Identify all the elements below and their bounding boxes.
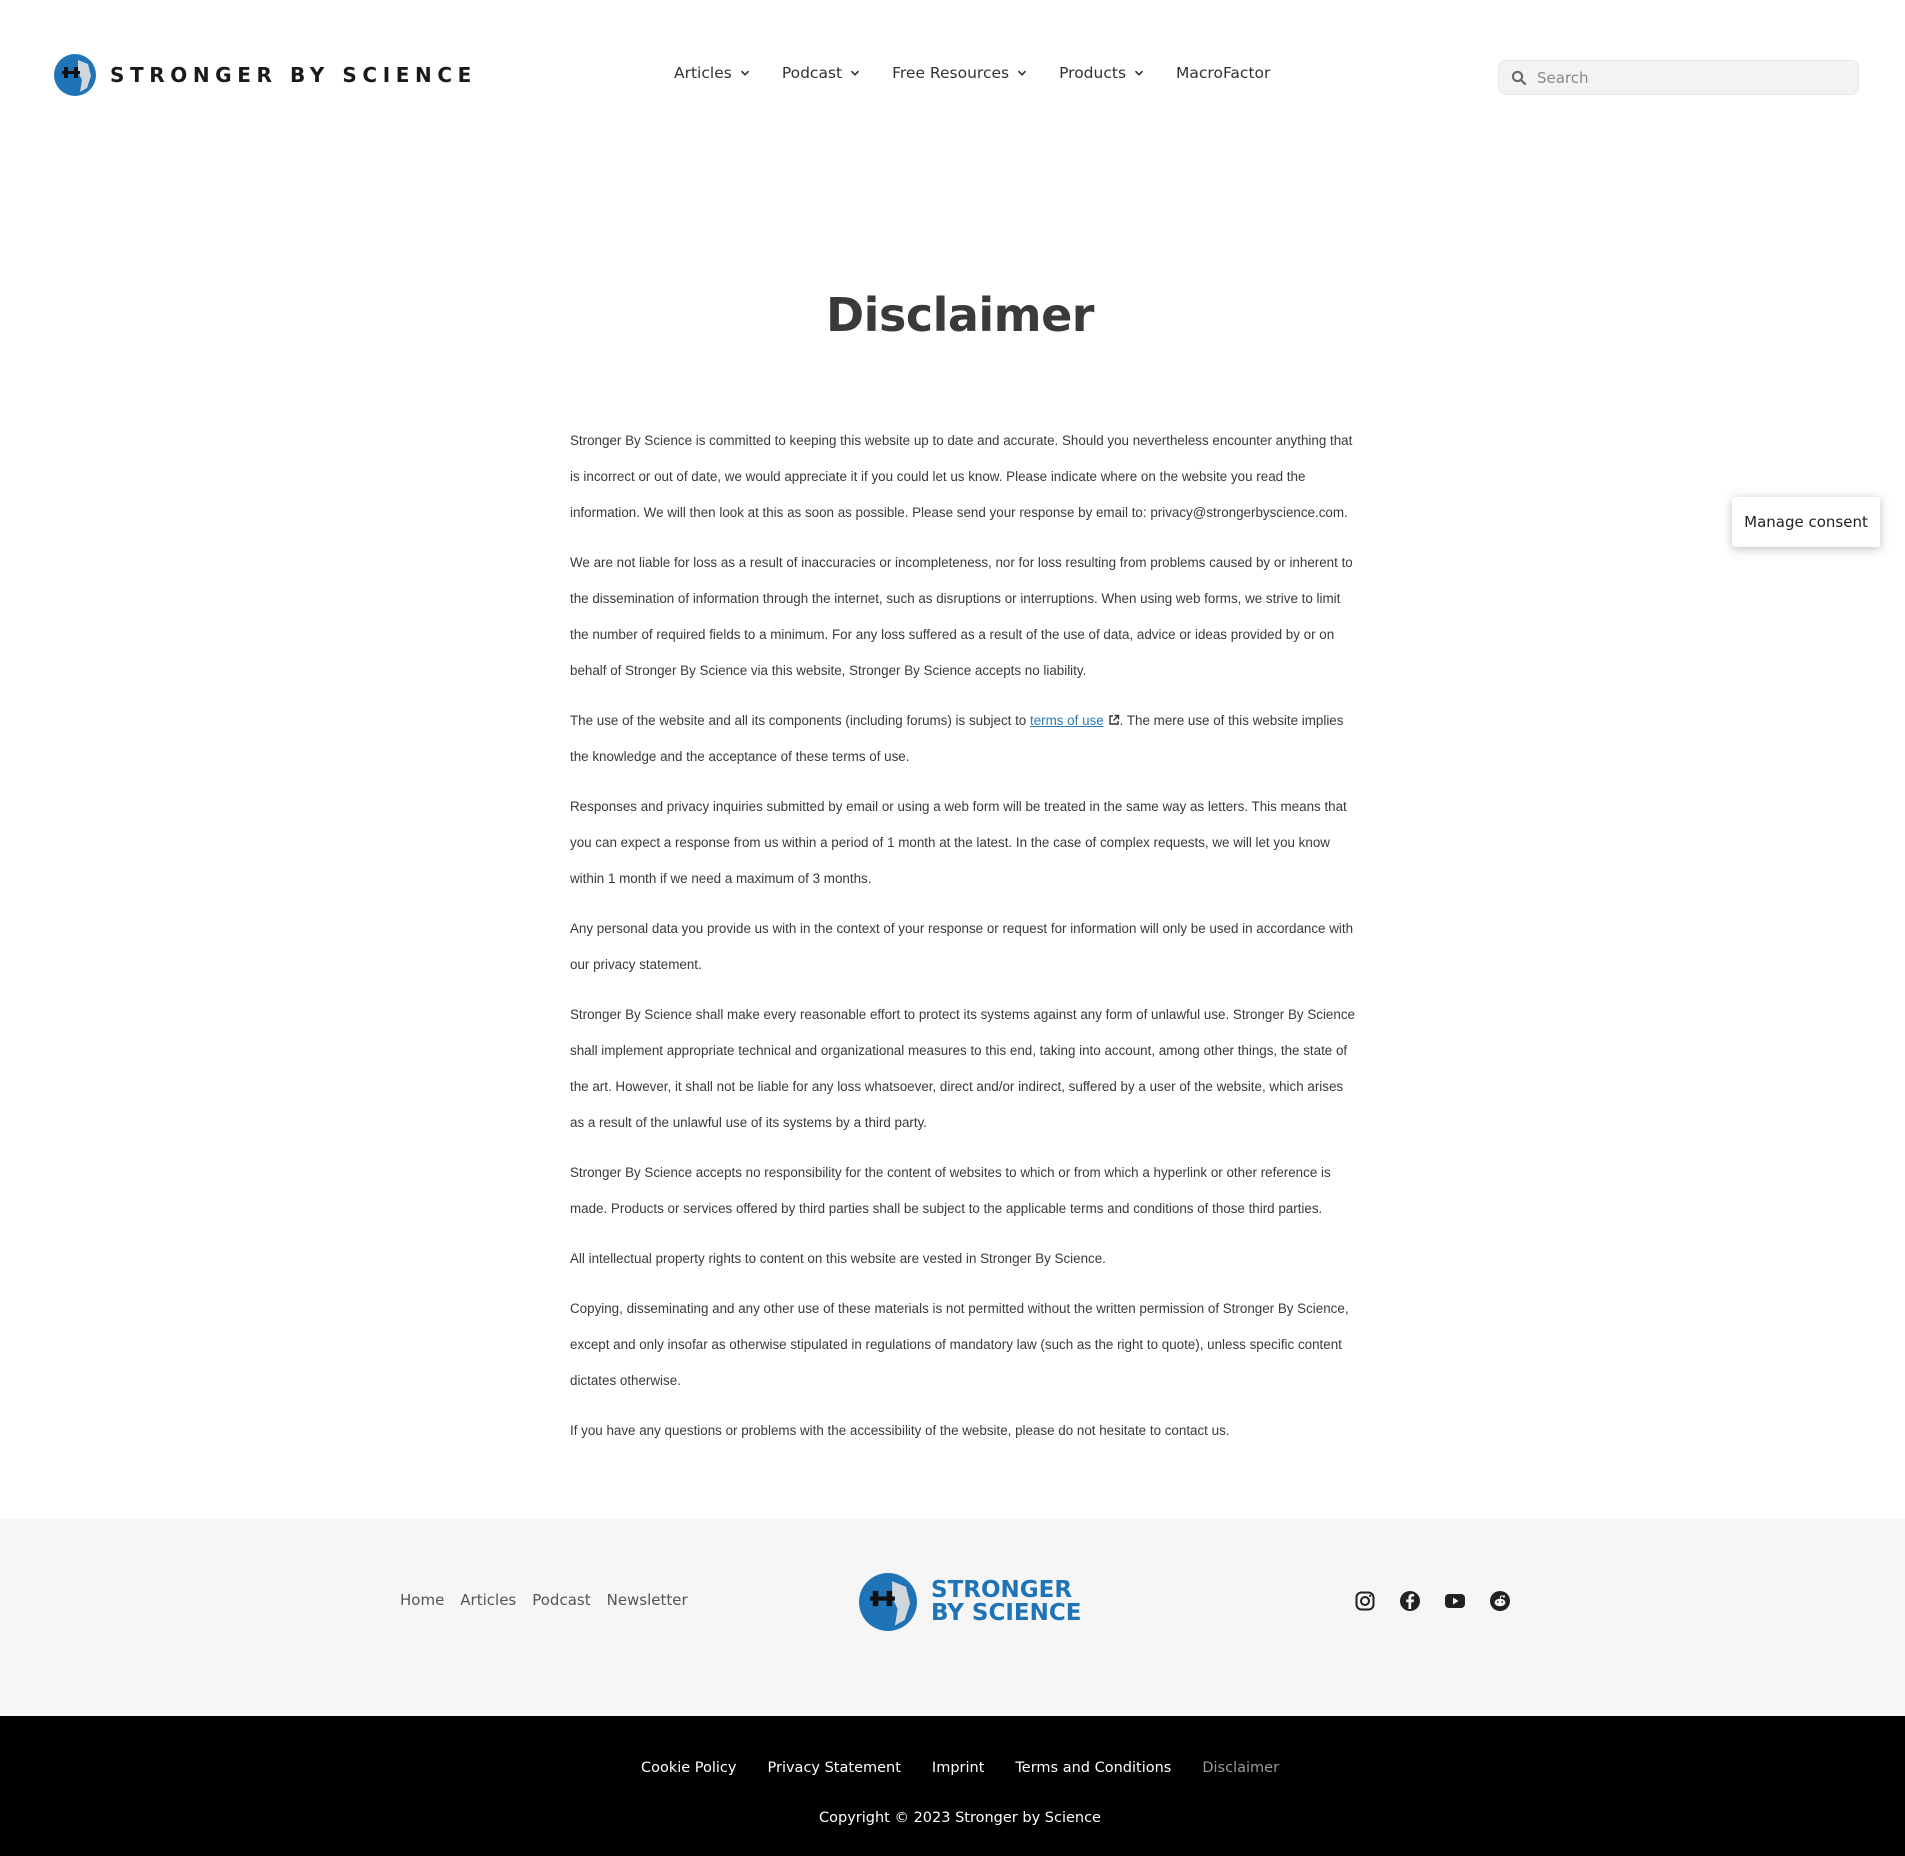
footer-nav: Home Articles Podcast Newsletter xyxy=(400,1591,704,1609)
terms-of-use-link[interactable]: terms of use xyxy=(1030,713,1120,728)
chevron-down-icon xyxy=(740,70,749,76)
disclaimer-content: Stronger By Science is committed to keep… xyxy=(570,423,1355,1463)
footer-logo[interactable]: STRONGER BY SCIENCE xyxy=(859,1573,1082,1631)
search-box[interactable] xyxy=(1498,60,1859,95)
brand-logo-link[interactable]: STRONGER BY SCIENCE xyxy=(54,54,477,96)
paragraph: Stronger By Science is committed to keep… xyxy=(570,433,1353,520)
logo-line-1: STRONGER xyxy=(931,1577,1073,1603)
paragraph: All intellectual property rights to cont… xyxy=(570,1251,1106,1266)
site-header: STRONGER BY SCIENCE Articles Podcast Fre… xyxy=(0,0,1905,155)
nav-item-products[interactable]: Products xyxy=(1059,64,1144,82)
paragraph: Stronger By Science shall make every rea… xyxy=(570,1007,1355,1130)
chevron-down-icon xyxy=(1134,70,1144,76)
paragraph: Stronger By Science accepts no responsib… xyxy=(570,1165,1331,1216)
search-input[interactable] xyxy=(1537,68,1837,87)
nav-label: Articles xyxy=(674,64,732,82)
logo-icon xyxy=(54,54,96,96)
footer-link-home[interactable]: Home xyxy=(400,1591,444,1609)
nav-item-free-resources[interactable]: Free Resources xyxy=(892,64,1027,82)
youtube-icon[interactable] xyxy=(1444,1590,1466,1612)
logo-icon xyxy=(859,1573,917,1631)
chevron-down-icon xyxy=(851,70,860,76)
paragraph-text: The use of the website and all its compo… xyxy=(570,713,1030,728)
paragraph: Any personal data you provide us with in… xyxy=(570,921,1354,972)
nav-label: Podcast xyxy=(781,64,843,82)
copyright: Copyright © 2023 Stronger by Science xyxy=(819,1810,1101,1826)
paragraph: If you have any questions or problems wi… xyxy=(570,1423,1230,1438)
nav-label: Free Resources xyxy=(892,64,1010,82)
page-title: Disclaimer xyxy=(826,288,1095,342)
footer-logo-text: STRONGER BY SCIENCE xyxy=(931,1579,1082,1625)
footer-link-podcast[interactable]: Podcast xyxy=(532,1591,590,1609)
brand-name: STRONGER BY SCIENCE xyxy=(110,63,477,87)
legal-link-terms[interactable]: Terms and Conditions xyxy=(1015,1760,1171,1776)
nav-label: MacroFactor xyxy=(1176,64,1271,82)
paragraph: Responses and privacy inquiries submitte… xyxy=(570,799,1347,886)
legal-link-privacy-statement[interactable]: Privacy Statement xyxy=(768,1760,901,1776)
footer: Home Articles Podcast Newsletter STRONGE… xyxy=(0,1519,1905,1716)
footer-link-newsletter[interactable]: Newsletter xyxy=(607,1591,688,1609)
legal-link-cookie-policy[interactable]: Cookie Policy xyxy=(641,1760,737,1776)
nav-label: Products xyxy=(1059,64,1127,82)
nav-item-articles[interactable]: Articles xyxy=(674,64,750,82)
chevron-down-icon xyxy=(1018,70,1027,76)
external-link-icon xyxy=(1108,714,1119,725)
link-label: terms of use xyxy=(1029,713,1104,728)
main-nav: Articles Podcast Free Resources Products… xyxy=(674,64,1270,82)
search-icon xyxy=(1511,70,1527,85)
footer-legal: Cookie Policy Privacy Statement Imprint … xyxy=(0,1716,1905,1856)
legal-link-imprint[interactable]: Imprint xyxy=(932,1760,984,1776)
nav-item-macrofactor[interactable]: MacroFactor xyxy=(1176,64,1270,82)
facebook-icon[interactable] xyxy=(1399,1590,1421,1612)
reddit-icon[interactable] xyxy=(1489,1590,1511,1612)
legal-link-disclaimer[interactable]: Disclaimer xyxy=(1202,1760,1279,1776)
legal-nav: Cookie Policy Privacy Statement Imprint … xyxy=(0,1760,1905,1776)
manage-consent-button[interactable]: Manage consent xyxy=(1732,497,1880,547)
instagram-icon[interactable] xyxy=(1354,1590,1376,1612)
paragraph: We are not liable for loss as a result o… xyxy=(570,555,1353,678)
nav-item-podcast[interactable]: Podcast xyxy=(782,64,860,82)
paragraph: Copying, disseminating and any other use… xyxy=(570,1301,1349,1388)
paragraph-terms: The use of the website and all its compo… xyxy=(570,703,1355,775)
footer-link-articles[interactable]: Articles xyxy=(460,1591,516,1609)
social-links xyxy=(1354,1590,1534,1612)
logo-line-2: BY SCIENCE xyxy=(931,1600,1082,1626)
